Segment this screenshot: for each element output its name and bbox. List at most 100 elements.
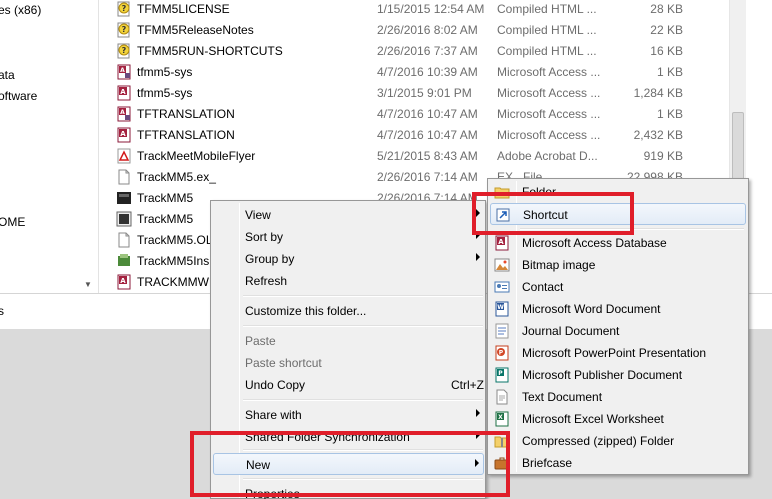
new-item-label: Contact [522, 280, 564, 294]
file-type: Adobe Acrobat D... [497, 149, 598, 163]
menu-item-label: Share with [245, 408, 302, 422]
blank-file-icon [116, 169, 132, 185]
file-date-modified: 2/26/2016 7:37 AM [377, 44, 478, 58]
access-lock-icon: A [116, 64, 132, 80]
file-name: TFMM5LICENSE [137, 2, 230, 16]
file-date-modified: 2/26/2016 7:14 AM [377, 170, 478, 184]
pdf-icon [116, 148, 132, 164]
menu-item-refresh[interactable]: Refresh [213, 270, 484, 292]
file-size: 1 KB [656, 65, 683, 79]
contact-icon [494, 279, 510, 295]
file-type: Microsoft Access ... [497, 86, 601, 100]
new-item-briefcase[interactable]: Briefcase [490, 452, 746, 474]
new-item-label: Compressed (zipped) Folder [522, 434, 675, 448]
file-date-modified: 3/1/2015 9:01 PM [377, 86, 472, 100]
chm-help-icon: ? [116, 43, 132, 59]
nav-item-program-files-x86[interactable]: es (x86) [0, 3, 41, 17]
new-item-microsoft-powerpoint-presentation[interactable]: P Microsoft PowerPoint Presentation [490, 342, 746, 364]
file-name: TrackMM5 [137, 212, 194, 226]
new-item-label: Microsoft Publisher Document [522, 368, 683, 382]
file-row[interactable]: ? TFMM5ReleaseNotes 2/26/2016 8:02 AM Compi… [100, 20, 729, 41]
svg-text:?: ? [122, 46, 127, 55]
new-item-label: Journal Document [522, 324, 620, 338]
menu-item-view[interactable]: View [213, 204, 484, 226]
menu-item-label: Refresh [245, 274, 288, 288]
trackmm-app2-icon [116, 211, 132, 227]
trackmm-app-icon [116, 190, 132, 206]
bitmap-icon [494, 257, 510, 273]
file-date-modified: 4/7/2016 10:47 AM [377, 107, 478, 121]
svg-text:?: ? [122, 25, 127, 34]
new-item-microsoft-publisher-document[interactable]: P Microsoft Publisher Document [490, 364, 746, 386]
file-row[interactable]: Atfmm5-sys 4/7/2016 10:39 AM Microsoft Acc… [100, 62, 729, 83]
menu-item-label: View [245, 208, 271, 222]
file-size: 919 KB [643, 149, 683, 163]
text-doc-icon [494, 389, 510, 405]
file-name: tfmm5-sys [137, 86, 193, 100]
menu-item-label: Undo Copy [245, 378, 306, 392]
file-name: TRACKMMWE [137, 275, 217, 289]
file-row[interactable]: ? TFMM5LICENSE 1/15/2015 12:54 AM Compiled … [100, 0, 729, 20]
nav-item-programdata[interactable]: ata [0, 68, 15, 82]
menu-item-undo-copy[interactable]: Undo Copy Ctrl+Z [213, 374, 484, 396]
menu-item-group-by[interactable]: Group by [213, 248, 484, 270]
new-item-microsoft-word-document[interactable]: W Microsoft Word Document [490, 298, 746, 320]
nav-item-home[interactable]: OME [0, 215, 25, 229]
file-name: TFTRANSLATION [137, 107, 235, 121]
file-date-modified: 4/7/2016 10:47 AM [377, 128, 478, 142]
nav-item-software[interactable]: oftware [0, 89, 37, 103]
new-item-text-document[interactable]: Text Document [490, 386, 746, 408]
menu-item-paste-shortcut[interactable]: Paste shortcut [213, 352, 484, 374]
annotation-box-shortcut [472, 192, 634, 235]
annotation-box-new [190, 431, 510, 497]
file-date-modified: 4/7/2016 10:39 AM [377, 65, 478, 79]
menu-separator [243, 295, 483, 297]
file-row[interactable]: Atfmm5-sys 3/1/2015 9:01 PM Microsoft Acce… [100, 83, 729, 104]
new-item-label: Microsoft Excel Worksheet [522, 412, 664, 426]
file-size: 22 KB [650, 23, 683, 37]
menu-separator [243, 325, 483, 327]
file-name: TrackMM5.ex_ [137, 170, 216, 184]
menu-separator [243, 399, 483, 401]
file-row[interactable]: A TFTRANSLATION 4/7/2016 10:47 AM Microsoft… [100, 104, 729, 125]
file-size: 2,432 KB [633, 128, 683, 142]
menu-item-sort-by[interactable]: Sort by [213, 226, 484, 248]
file-row[interactable]: TrackMeetMobileFlyer 5/21/2015 8:43 AM Ado… [100, 146, 729, 167]
file-name: TrackMM5.OL [137, 233, 213, 247]
file-name: TFMM5ReleaseNotes [137, 23, 254, 37]
new-item-journal-document[interactable]: Journal Document [490, 320, 746, 342]
nav-scroll-down-icon[interactable]: ▼ [82, 280, 94, 292]
menu-item-label: Sort by [245, 230, 284, 244]
access-db-icon: A [116, 127, 132, 143]
svg-text:W: W [497, 304, 504, 311]
right-pane [746, 0, 772, 293]
menu-item-paste[interactable]: Paste [213, 330, 484, 352]
submenu-arrow-icon [476, 253, 480, 261]
blank-file-icon [116, 232, 132, 248]
new-item-bitmap-image[interactable]: Bitmap image [490, 254, 746, 276]
svg-text:X: X [498, 414, 503, 421]
new-item-compressed-zipped-folder[interactable]: Compressed (zipped) Folder [490, 430, 746, 452]
file-date-modified: 5/21/2015 8:43 AM [377, 149, 478, 163]
file-size: 16 KB [650, 44, 683, 58]
new-item-contact[interactable]: Contact [490, 276, 746, 298]
svg-text:A: A [120, 130, 126, 138]
navigation-pane: es (x86) ata oftware OME ▼ [0, 0, 99, 293]
chm-help-icon: ? [116, 22, 132, 38]
access-db-icon: A [494, 235, 510, 251]
file-row[interactable]: ? TFMM5RUN-SHORTCUTS 2/26/2016 7:37 AM Comp… [100, 41, 729, 62]
menu-item-customize-folder[interactable]: Customize this folder... [213, 300, 484, 322]
menu-item-label: Paste shortcut [245, 356, 322, 370]
file-type: Microsoft Access ... [497, 107, 601, 121]
new-item-label: Briefcase [522, 456, 573, 470]
file-row[interactable]: A TFTRANSLATION 4/7/2016 10:47 AM Microsoft… [100, 125, 729, 146]
new-item-microsoft-excel-worksheet[interactable]: X Microsoft Excel Worksheet [490, 408, 746, 430]
menu-item-share-with[interactable]: Share with [213, 404, 484, 426]
file-name: TrackMeetMobileFlyer [137, 149, 256, 163]
file-size: 28 KB [650, 2, 683, 16]
svg-text:P: P [499, 350, 504, 357]
file-name: TFTRANSLATION [137, 128, 235, 142]
new-item-microsoft-access-database[interactable]: A Microsoft Access Database [490, 232, 746, 254]
file-name: TFMM5RUN-SHORTCUTS [137, 44, 283, 58]
file-name: TrackMM5Ins [137, 254, 210, 268]
